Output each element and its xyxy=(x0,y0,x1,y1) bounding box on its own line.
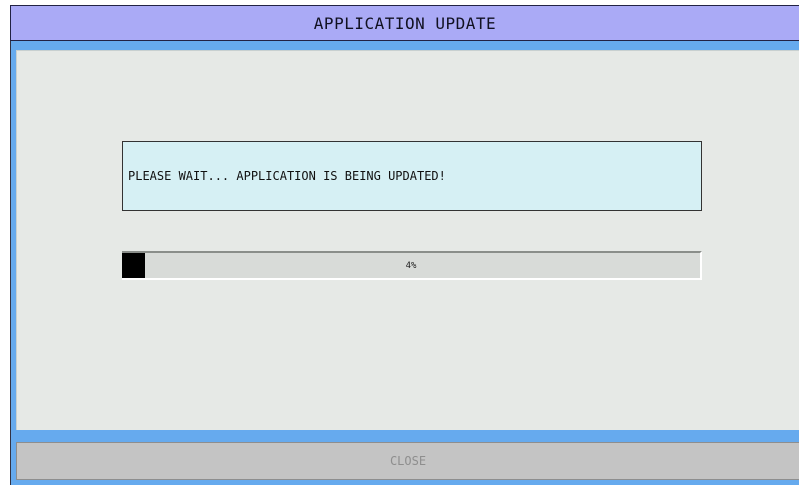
title-bar: APPLICATION UPDATE xyxy=(10,5,799,41)
content-panel: PLEASE WAIT... APPLICATION IS BEING UPDA… xyxy=(16,50,799,430)
progress-bar: 4% xyxy=(122,251,702,280)
update-dialog: APPLICATION UPDATE PLEASE WAIT... APPLIC… xyxy=(10,5,799,485)
progress-percent-label: 4% xyxy=(405,260,417,271)
close-button-label: CLOSE xyxy=(389,454,427,468)
dialog-title: APPLICATION UPDATE xyxy=(313,13,497,33)
window-left-border xyxy=(10,41,11,485)
close-button[interactable]: CLOSE xyxy=(16,442,799,480)
update-message: PLEASE WAIT... APPLICATION IS BEING UPDA… xyxy=(128,169,446,183)
message-box: PLEASE WAIT... APPLICATION IS BEING UPDA… xyxy=(122,141,702,211)
